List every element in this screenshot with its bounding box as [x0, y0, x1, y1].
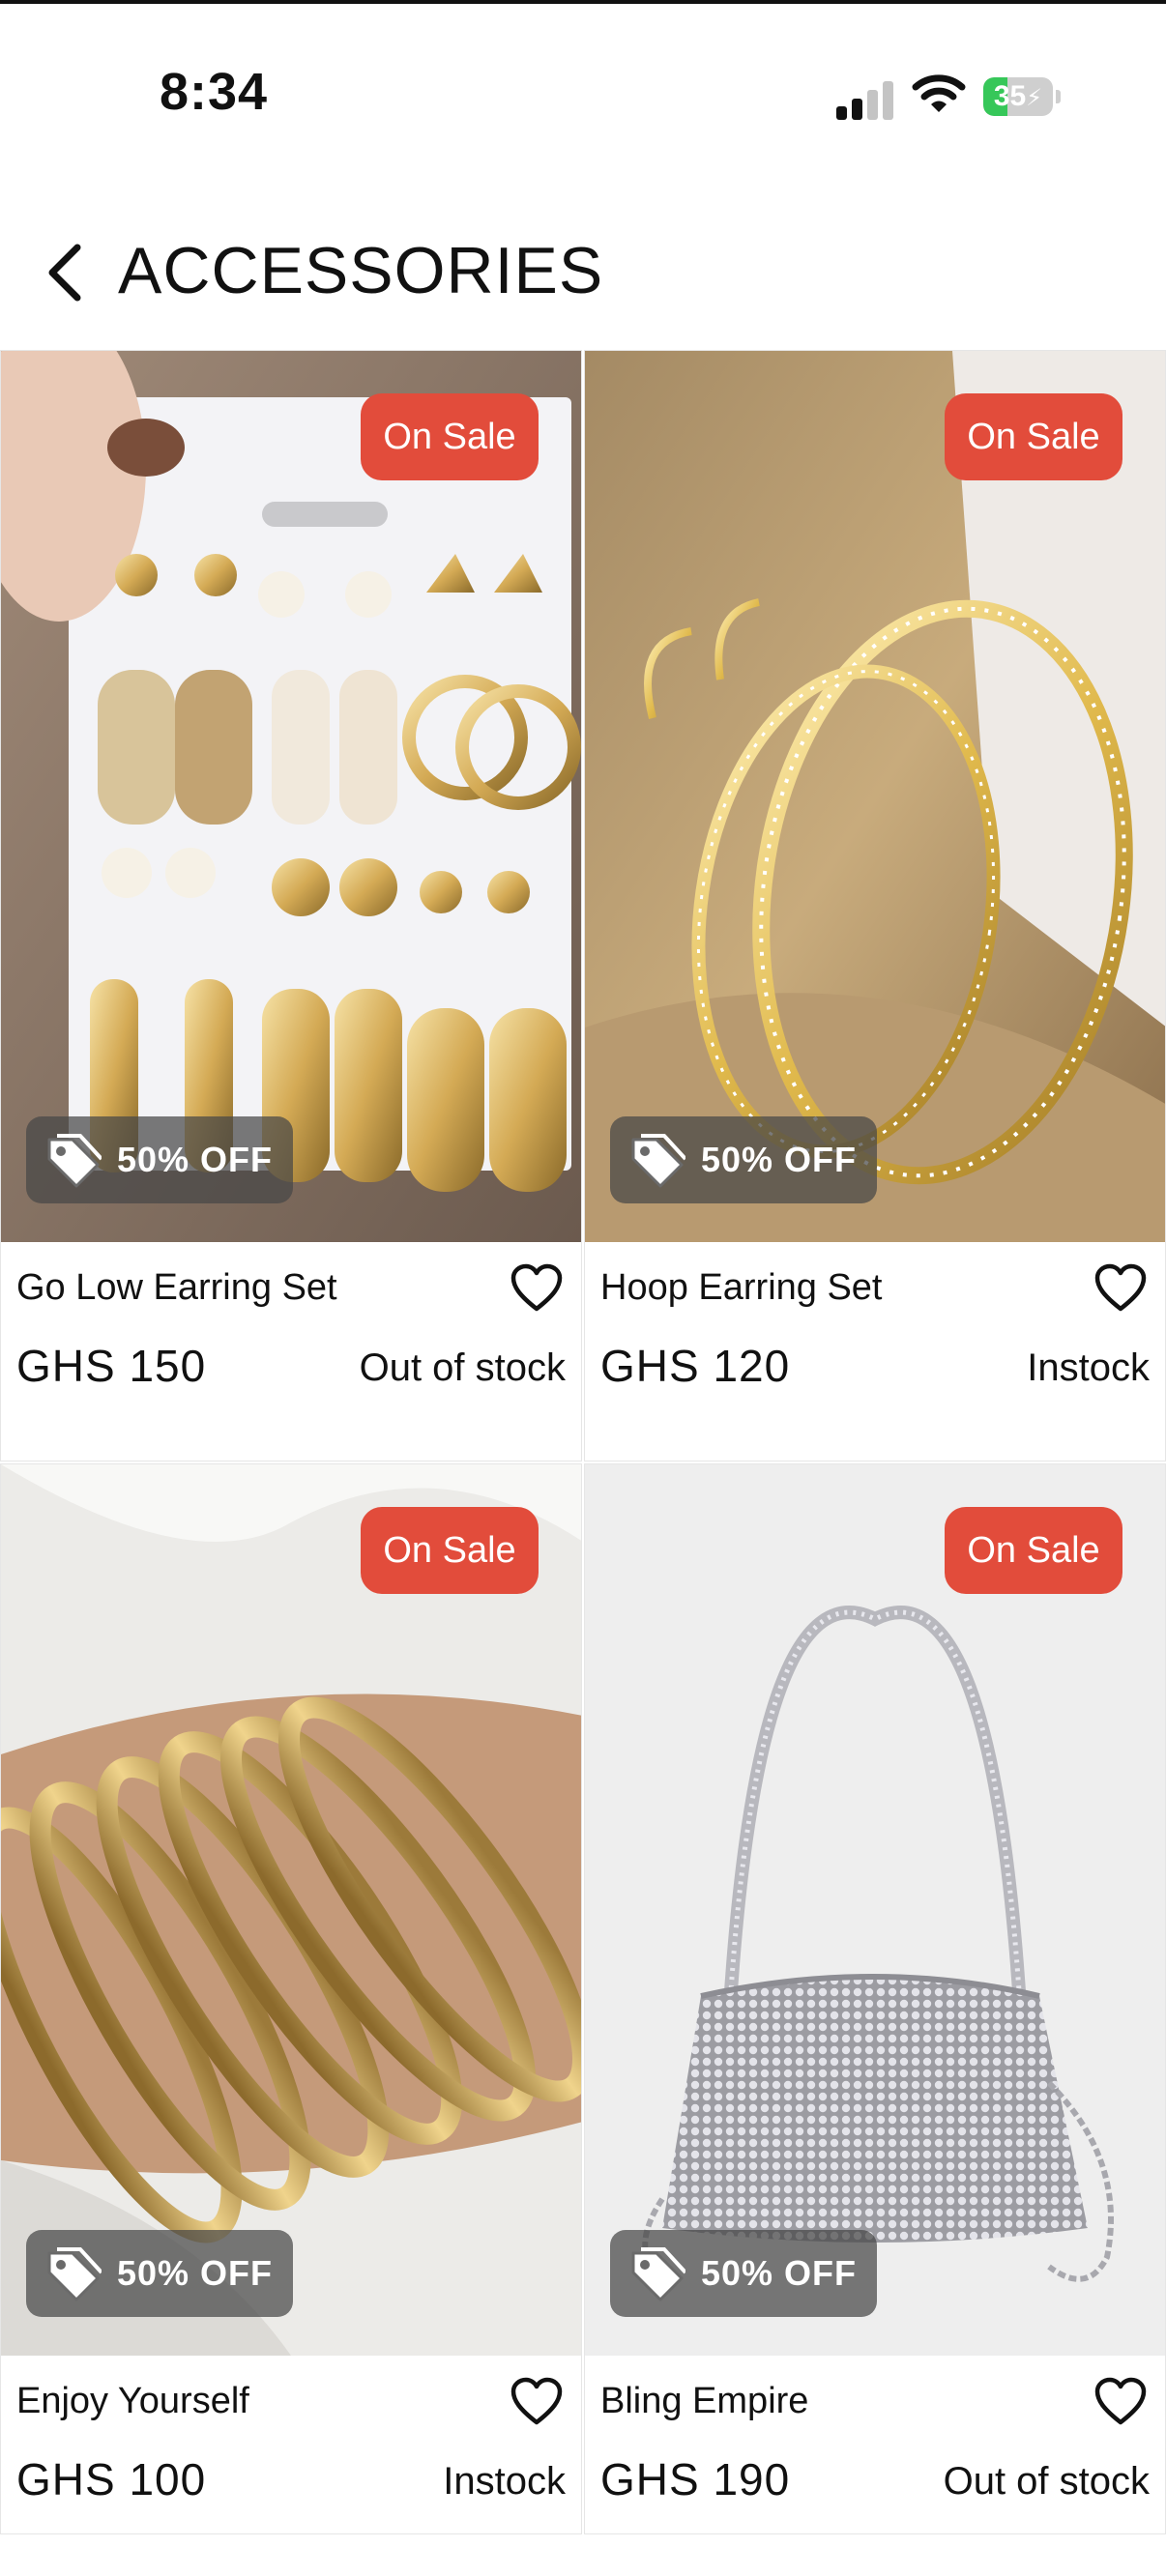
product-name: Hoop Earring Set [600, 1267, 883, 1308]
stock-status: Out of stock [359, 1346, 566, 1389]
discount-label: 50% OFF [117, 2253, 274, 2293]
stock-status: Out of stock [943, 2460, 1150, 2503]
product-name: Enjoy Yourself [16, 2381, 249, 2421]
product-price: GHS 150 [16, 1341, 207, 1391]
favorite-button[interactable] [1093, 1263, 1148, 1314]
page-header: ACCESSORIES [0, 193, 1166, 348]
on-sale-badge: On Sale [945, 1507, 1122, 1594]
heart-outline-icon [510, 2377, 563, 2425]
discount-badge: 50% OFF [26, 1116, 293, 1203]
wifi-icon [912, 72, 966, 116]
on-sale-badge: On Sale [361, 1507, 539, 1594]
product-name: Bling Empire [600, 2381, 809, 2421]
product-info: Enjoy Yourself GHS 100 Instock [1, 2356, 581, 2576]
discount-label: 50% OFF [701, 2253, 858, 2293]
discount-label: 50% OFF [117, 1140, 274, 1179]
price-tag-icon [627, 2245, 685, 2303]
status-time: 8:34 [160, 63, 269, 121]
discount-badge: 50% OFF [26, 2230, 293, 2317]
favorite-button[interactable] [1093, 2377, 1148, 2427]
stock-status: Instock [443, 2460, 566, 2503]
favorite-button[interactable] [510, 1263, 564, 1314]
product-card[interactable]: On Sale 50% OFF Hoop Earring Set GHS 120… [584, 350, 1166, 1462]
stock-status: Instock [1027, 1346, 1150, 1389]
favorite-button[interactable] [510, 2377, 564, 2427]
rhinestone-bag-photo: On Sale 50% OFF [585, 1464, 1165, 2356]
product-name: Go Low Earring Set [16, 1267, 337, 1308]
battery-level: 35 [993, 80, 1027, 112]
chevron-left-icon [48, 244, 81, 302]
price-tag-icon [44, 2245, 102, 2303]
gold-hoop-earrings-photo: On Sale 50% OFF [585, 351, 1165, 1242]
product-info: Go Low Earring Set GHS 150 Out of stock [1, 1242, 581, 1462]
product-price: GHS 190 [600, 2454, 791, 2504]
product-grid: On Sale 50% OFF Go Low Earring Set GHS 1… [0, 350, 1166, 2534]
gold-bangles-photo: On Sale 50% OFF [1, 1464, 581, 2356]
product-card[interactable]: On Sale 50% OFF Bling Empire GHS 190 Out… [584, 1463, 1166, 2534]
page-title: ACCESSORIES [118, 234, 604, 307]
back-button[interactable] [35, 232, 93, 309]
product-card[interactable]: On Sale 50% OFF Enjoy Yourself GHS 100 I… [0, 1463, 582, 2534]
discount-badge: 50% OFF [610, 2230, 877, 2317]
product-price: GHS 100 [16, 2454, 207, 2504]
product-info: Hoop Earring Set GHS 120 Instock [585, 1242, 1165, 1462]
earring-set-photo: On Sale 50% OFF [1, 351, 581, 1242]
signal-icon [836, 79, 894, 120]
discount-label: 50% OFF [701, 1140, 858, 1179]
battery-icon: 35⚡ [983, 77, 1061, 116]
on-sale-badge: On Sale [361, 393, 539, 480]
product-card[interactable]: On Sale 50% OFF Go Low Earring Set GHS 1… [0, 350, 582, 1462]
status-bar: 8:34 35⚡ [0, 4, 1166, 121]
heart-outline-icon [1094, 1263, 1147, 1312]
price-tag-icon [627, 1132, 685, 1190]
price-tag-icon [44, 1132, 102, 1190]
heart-outline-icon [510, 1263, 563, 1312]
product-price: GHS 120 [600, 1341, 791, 1391]
product-info: Bling Empire GHS 190 Out of stock [585, 2356, 1165, 2576]
on-sale-badge: On Sale [945, 393, 1122, 480]
discount-badge: 50% OFF [610, 1116, 877, 1203]
heart-outline-icon [1094, 2377, 1147, 2425]
